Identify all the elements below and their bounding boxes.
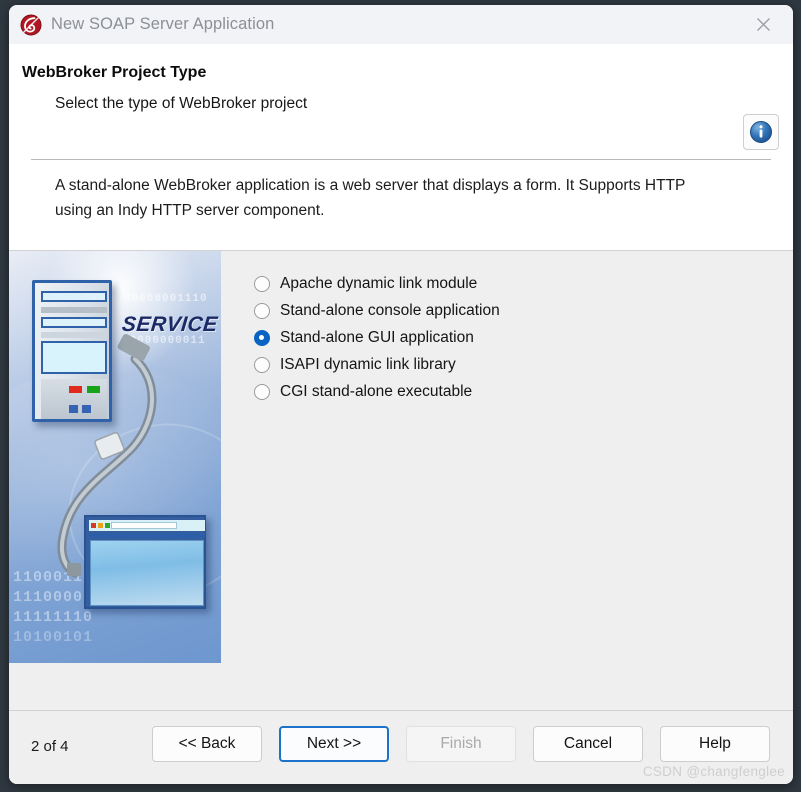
- server-tower-graphic: [32, 280, 112, 422]
- service-label: SERVICE: [120, 313, 219, 336]
- tower-strip-1: [41, 307, 107, 313]
- mockup-dot-yellow: [98, 523, 103, 528]
- radio-option-cgi-exe[interactable]: CGI stand-alone executable: [254, 378, 500, 405]
- mockup-client-area: [90, 540, 204, 606]
- tower-bay-2: [41, 317, 107, 328]
- close-icon[interactable]: [743, 7, 783, 41]
- header-panel: WebBroker Project Type Select the type o…: [9, 44, 793, 250]
- back-button[interactable]: << Back: [152, 726, 262, 762]
- header-divider: [31, 159, 771, 160]
- tower-bay-1: [41, 291, 107, 302]
- mockup-dot-red: [91, 523, 96, 528]
- title-bar: New SOAP Server Application: [9, 5, 793, 44]
- tower-screen: [41, 341, 107, 374]
- radio-label: CGI stand-alone executable: [280, 382, 473, 400]
- radio-option-gui-app[interactable]: Stand-alone GUI application: [254, 324, 500, 351]
- radio-label: Apache dynamic link module: [280, 274, 478, 292]
- help-button[interactable]: Help: [660, 726, 770, 762]
- radio-icon: [254, 356, 270, 373]
- radio-icon: [254, 302, 270, 319]
- window-mockup-graphic: [84, 515, 206, 609]
- finish-button: Finish: [406, 726, 516, 762]
- led-red: [69, 386, 82, 393]
- radio-label: ISAPI dynamic link library: [280, 355, 456, 373]
- radio-label: Stand-alone console application: [280, 301, 500, 319]
- info-icon[interactable]: [743, 114, 779, 150]
- window-title: New SOAP Server Application: [51, 15, 275, 33]
- radio-option-console-app[interactable]: Stand-alone console application: [254, 297, 500, 324]
- wizard-button-row: << Back Next >> Finish Cancel Help: [152, 726, 770, 762]
- step-counter: 2 of 4: [31, 738, 69, 755]
- led-blue-1: [69, 405, 78, 413]
- description-text: A stand-alone WebBroker application is a…: [55, 177, 686, 219]
- wizard-illustration: 00000001110 00000000011 11000110 1110000…: [9, 251, 221, 663]
- led-blue-2: [82, 405, 91, 413]
- mockup-title-stripe: [89, 533, 205, 538]
- dialog-window: New SOAP Server Application WebBroker Pr…: [9, 5, 793, 784]
- mockup-toolbar-field: [111, 522, 177, 529]
- radio-icon: [254, 383, 270, 400]
- radio-icon: [254, 275, 270, 292]
- delphi-logo-icon: [20, 14, 42, 36]
- cancel-button[interactable]: Cancel: [533, 726, 643, 762]
- tower-lower-panel: [41, 379, 107, 419]
- radio-option-apache-dll[interactable]: Apache dynamic link module: [254, 270, 500, 297]
- mockup-toolbar: [89, 520, 205, 531]
- next-button[interactable]: Next >>: [279, 726, 389, 762]
- tower-strip-2: [41, 332, 107, 338]
- radio-label: Stand-alone GUI application: [280, 328, 474, 346]
- radio-icon-selected: [254, 329, 270, 346]
- footer-bar: 2 of 4 << Back Next >> Finish Cancel Hel…: [9, 710, 793, 784]
- led-green: [87, 386, 100, 393]
- radio-option-isapi-dll[interactable]: ISAPI dynamic link library: [254, 351, 500, 378]
- page-subtitle: Select the type of WebBroker project: [55, 95, 308, 112]
- page-title: WebBroker Project Type: [22, 64, 207, 81]
- mockup-dot-green: [105, 523, 110, 528]
- watermark-text: CSDN @changfenglee: [642, 764, 785, 779]
- project-type-radio-group[interactable]: Apache dynamic link module Stand-alone c…: [254, 270, 500, 405]
- body-panel: 00000001110 00000000011 11000110 1110000…: [9, 250, 793, 710]
